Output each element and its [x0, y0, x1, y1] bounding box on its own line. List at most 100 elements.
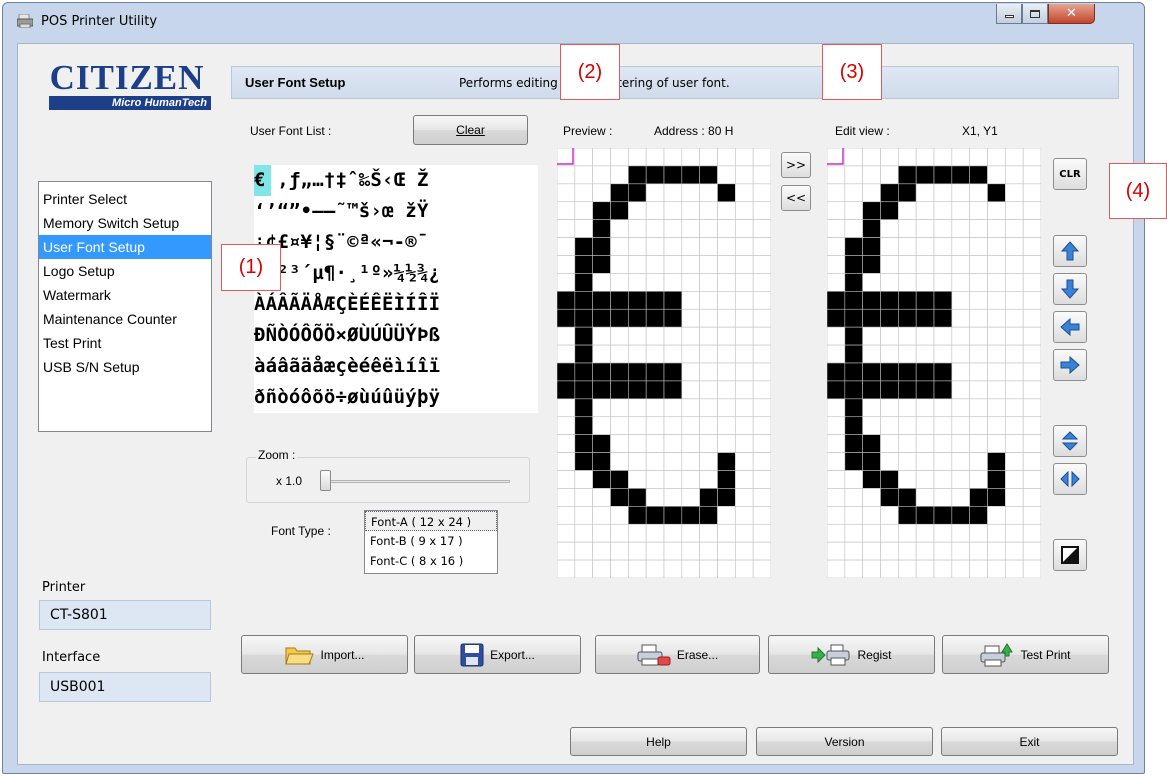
export-button[interactable]: Export...: [414, 635, 581, 674]
dot-off[interactable]: [915, 183, 935, 203]
dot-off[interactable]: [827, 416, 846, 435]
dot-off[interactable]: [933, 416, 953, 435]
dot-off[interactable]: [915, 541, 935, 561]
dot-on[interactable]: [987, 470, 1006, 489]
dot-off[interactable]: [862, 326, 881, 346]
dot-on[interactable]: [862, 255, 881, 274]
dot-off[interactable]: [1022, 488, 1041, 507]
copy-to-edit-button[interactable]: >>: [781, 152, 811, 178]
dot-off[interactable]: [1022, 559, 1041, 578]
dot-on[interactable]: [880, 470, 899, 489]
dot-off[interactable]: [987, 291, 1006, 310]
dot-off[interactable]: [862, 416, 881, 435]
dot-off[interactable]: [987, 398, 1006, 418]
dot-on[interactable]: [844, 237, 863, 256]
dot-off[interactable]: [1022, 541, 1041, 561]
dot-off[interactable]: [1005, 291, 1024, 310]
dot-off[interactable]: [844, 523, 863, 543]
sidebar-item-maintenance-counter[interactable]: Maintenance Counter: [39, 307, 211, 331]
dot-off[interactable]: [898, 255, 917, 274]
dot-off[interactable]: [951, 219, 970, 238]
dot-off[interactable]: [1005, 452, 1024, 471]
dot-off[interactable]: [1022, 523, 1041, 543]
dot-off[interactable]: [1022, 380, 1041, 400]
sidebar-item-user-font-setup[interactable]: User Font Setup: [39, 235, 211, 259]
dot-off[interactable]: [1022, 237, 1041, 256]
dot-off[interactable]: [915, 523, 935, 543]
dot-off[interactable]: [898, 416, 917, 435]
minimize-button[interactable]: [996, 4, 1022, 24]
dot-off[interactable]: [827, 398, 846, 418]
dot-on[interactable]: [969, 165, 988, 185]
dot-off[interactable]: [951, 523, 970, 543]
sidebar-item-memory-switch-setup[interactable]: Memory Switch Setup: [39, 211, 211, 235]
dot-off[interactable]: [987, 255, 1006, 274]
dot-off[interactable]: [951, 559, 970, 578]
copy-to-preview-button[interactable]: <<: [781, 185, 811, 211]
dot-off[interactable]: [880, 344, 899, 364]
zoom-slider-track[interactable]: [320, 480, 510, 483]
dot-off[interactable]: [862, 541, 881, 561]
dot-off[interactable]: [880, 416, 899, 435]
dot-on[interactable]: [987, 183, 1006, 203]
dot-off[interactable]: [969, 416, 988, 435]
dot-on[interactable]: [898, 308, 917, 328]
dot-off[interactable]: [827, 344, 846, 364]
dot-on[interactable]: [880, 488, 899, 507]
dot-off[interactable]: [898, 344, 917, 364]
dot-off[interactable]: [862, 506, 881, 525]
dot-off[interactable]: [1005, 434, 1024, 453]
dot-on[interactable]: [844, 308, 863, 328]
dot-off[interactable]: [1005, 273, 1024, 292]
dot-off[interactable]: [898, 398, 917, 418]
dot-off[interactable]: [951, 470, 970, 489]
dot-off[interactable]: [969, 434, 988, 453]
dot-off[interactable]: [827, 273, 846, 292]
sidebar-item-printer-select[interactable]: Printer Select: [39, 187, 211, 211]
dot-off[interactable]: [898, 470, 917, 489]
dot-on[interactable]: [862, 452, 881, 471]
dot-on[interactable]: [898, 183, 917, 203]
dot-off[interactable]: [969, 559, 988, 578]
dot-on[interactable]: [933, 291, 953, 310]
dot-off[interactable]: [933, 559, 953, 578]
dot-on[interactable]: [915, 380, 935, 400]
dot-on[interactable]: [915, 506, 935, 525]
dot-off[interactable]: [951, 344, 970, 364]
dot-off[interactable]: [1022, 165, 1041, 185]
dot-off[interactable]: [844, 488, 863, 507]
dot-on[interactable]: [844, 273, 863, 292]
dot-off[interactable]: [1022, 362, 1041, 382]
shift-right-button[interactable]: [1053, 349, 1087, 381]
dot-off[interactable]: [951, 452, 970, 471]
dot-off[interactable]: [898, 523, 917, 543]
dot-off[interactable]: [827, 452, 846, 471]
maximize-button[interactable]: [1022, 4, 1048, 24]
dot-off[interactable]: [1005, 308, 1024, 328]
font-type-option[interactable]: Font-A ( 12 x 24 ): [365, 511, 497, 531]
dot-off[interactable]: [987, 434, 1006, 453]
font-type-list[interactable]: Font-A ( 12 x 24 ) Font-B ( 9 x 17 ) Fon…: [364, 510, 498, 574]
help-button[interactable]: Help: [570, 727, 747, 756]
dot-on[interactable]: [898, 506, 917, 525]
dot-on[interactable]: [862, 201, 881, 220]
dot-off[interactable]: [987, 165, 1006, 185]
dot-off[interactable]: [933, 326, 953, 346]
dot-off[interactable]: [951, 308, 970, 328]
dot-on[interactable]: [880, 183, 899, 203]
font-row[interactable]: ðñòóôõö÷øùúûüýþÿ: [254, 382, 538, 413]
dot-off[interactable]: [1022, 183, 1041, 203]
dot-off[interactable]: [1005, 398, 1024, 418]
clear-button[interactable]: Clear: [413, 115, 528, 145]
dot-off[interactable]: [915, 344, 935, 364]
dot-on[interactable]: [915, 291, 935, 310]
invert-button[interactable]: [1053, 539, 1087, 571]
dot-on[interactable]: [844, 362, 863, 382]
dot-off[interactable]: [951, 237, 970, 256]
dot-off[interactable]: [844, 559, 863, 578]
dot-off[interactable]: [915, 273, 935, 292]
dot-on[interactable]: [987, 452, 1006, 471]
dot-off[interactable]: [951, 201, 970, 220]
dot-off[interactable]: [969, 398, 988, 418]
font-row[interactable]: àáâãäåæçèéêëìíîï: [254, 351, 538, 382]
